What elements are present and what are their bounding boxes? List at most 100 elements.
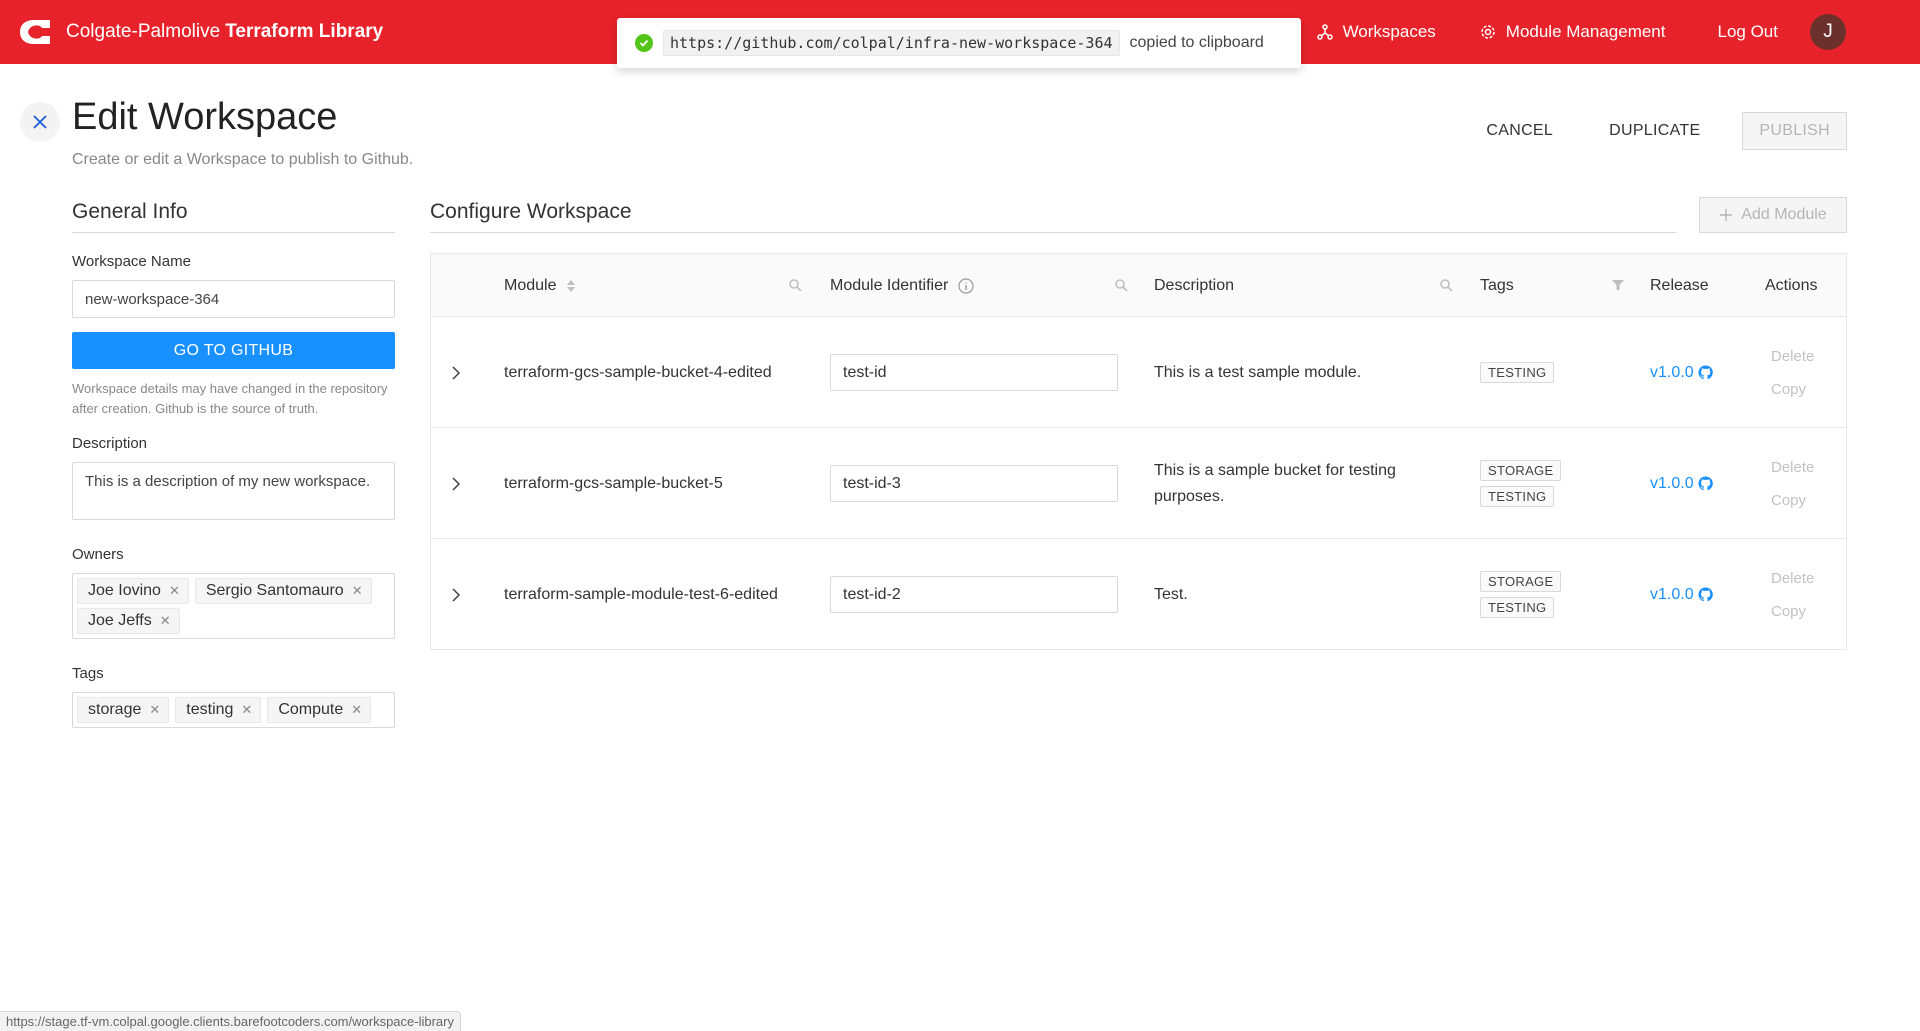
github-icon	[1698, 365, 1713, 380]
release-version: v1.0.0	[1650, 363, 1694, 381]
release-link[interactable]: v1.0.0	[1650, 539, 1713, 650]
check-circle-icon	[635, 34, 653, 52]
search-icon[interactable]	[788, 278, 802, 292]
header-actions: CANCEL DUPLICATE PUBLISH	[1458, 112, 1847, 150]
release-version: v1.0.0	[1650, 474, 1694, 492]
general-info-panel: General Info Workspace Name new-workspac…	[72, 200, 395, 728]
description-label: Description	[72, 435, 148, 452]
expand-row-button[interactable]	[451, 539, 461, 650]
nav-workspaces-label: Workspaces	[1342, 22, 1436, 41]
search-icon[interactable]	[1439, 278, 1453, 292]
module-identifier-input[interactable]: test-id-3	[830, 465, 1118, 502]
nav-module-management-label: Module Management	[1505, 22, 1666, 41]
module-tags: STORAGE TESTING	[1480, 539, 1562, 650]
github-icon	[1698, 476, 1713, 491]
search-icon[interactable]	[1114, 278, 1128, 292]
github-icon	[1698, 587, 1713, 602]
expand-row-button[interactable]	[451, 428, 461, 539]
delete-button[interactable]: Delete	[1771, 570, 1814, 587]
copy-button[interactable]: Copy	[1771, 603, 1806, 620]
owners-select[interactable]: Joe Iovino ✕ Sergio Santomauro ✕ Joe Jeffs…	[72, 573, 395, 639]
nav-workspaces[interactable]: Workspaces	[1295, 0, 1458, 64]
description-textarea[interactable]: This is a description of my new workspac…	[72, 462, 395, 520]
module-name: terraform-gcs-sample-bucket-4-edited	[504, 363, 772, 381]
owner-chip-label: Sergio Santomauro	[205, 582, 344, 599]
modules-table: Module Module Identifier Description Tag…	[430, 253, 1847, 650]
workspace-name-input[interactable]: new-workspace-364	[72, 280, 395, 318]
module-tags: TESTING	[1480, 317, 1555, 428]
tag-badge: TESTING	[1480, 486, 1555, 507]
column-label: Module	[504, 276, 557, 294]
owner-chip: Sergio Santomauro ✕	[194, 578, 372, 604]
nav-module-management[interactable]: Module Management	[1458, 0, 1688, 64]
module-identifier-input[interactable]: test-id	[830, 354, 1118, 391]
tag-chip: Compute ✕	[267, 697, 372, 723]
delete-button[interactable]: Delete	[1771, 459, 1814, 476]
delete-button[interactable]: Delete	[1771, 348, 1814, 365]
colgate-logo-icon	[16, 18, 52, 46]
table-row: terraform-gcs-sample-bucket-4-edited tes…	[431, 317, 1846, 428]
remove-icon[interactable]: ✕	[241, 702, 252, 718]
column-header-tags: Tags	[1480, 254, 1514, 317]
go-to-github-button[interactable]: GO TO GITHUB	[72, 332, 395, 369]
column-label: Module Identifier	[830, 276, 949, 294]
cancel-button[interactable]: CANCEL	[1458, 112, 1581, 150]
column-header-module[interactable]: Module	[504, 254, 576, 317]
expand-row-button[interactable]	[451, 317, 461, 428]
column-label: Description	[1154, 276, 1235, 294]
github-help-text: Workspace details may have changed in th…	[72, 381, 388, 416]
tag-chip-label: storage	[88, 701, 142, 718]
column-label: Actions	[1765, 276, 1818, 294]
brand[interactable]: Colgate-Palmolive Terraform Library	[16, 0, 383, 64]
module-identifier-input[interactable]: test-id-2	[830, 576, 1118, 613]
module-name: terraform-sample-module-test-6-edited	[504, 585, 778, 603]
remove-icon[interactable]: ✕	[169, 583, 180, 599]
column-label: Release	[1650, 276, 1709, 294]
column-header-description: Description	[1154, 254, 1234, 317]
owner-chip: Joe Jeffs ✕	[77, 608, 180, 634]
table-row: terraform-gcs-sample-bucket-5 test-id-3 …	[431, 428, 1846, 539]
tag-badge: TESTING	[1480, 597, 1555, 618]
close-icon	[33, 115, 47, 129]
tags-select[interactable]: storage ✕ testing ✕ Compute ✕	[72, 692, 395, 728]
tag-chip: testing ✕	[175, 697, 262, 723]
chevron-right-icon	[452, 587, 461, 602]
sort-icon[interactable]	[566, 279, 576, 293]
info-icon[interactable]	[958, 277, 974, 294]
release-link[interactable]: v1.0.0	[1650, 317, 1713, 428]
avatar[interactable]: J	[1810, 14, 1846, 50]
page-title: Edit Workspace	[72, 96, 338, 138]
copy-button[interactable]: Copy	[1771, 381, 1806, 398]
copy-button[interactable]: Copy	[1771, 492, 1806, 509]
remove-icon[interactable]: ✕	[160, 613, 171, 629]
publish-button[interactable]: PUBLISH	[1742, 112, 1847, 150]
column-header-identifier: Module Identifier	[830, 254, 974, 317]
tag-badge: TESTING	[1480, 362, 1555, 383]
row-actions: Delete Copy	[1771, 317, 1814, 428]
owner-chip-label: Joe Jeffs	[88, 612, 152, 629]
close-button[interactable]	[20, 102, 60, 142]
top-nav: Workspaces Module Management Log Out J	[1295, 0, 1920, 64]
remove-icon[interactable]: ✕	[352, 583, 363, 599]
duplicate-button[interactable]: DUPLICATE	[1581, 112, 1728, 150]
column-header-release: Release	[1650, 254, 1709, 317]
row-actions: Delete Copy	[1771, 428, 1814, 539]
add-module-label: Add Module	[1741, 206, 1827, 223]
gear-icon	[1481, 25, 1495, 39]
remove-icon[interactable]: ✕	[149, 702, 160, 718]
tag-chip-label: testing	[186, 701, 234, 718]
filter-icon[interactable]	[1611, 278, 1625, 292]
tag-badge: STORAGE	[1480, 460, 1562, 481]
release-link[interactable]: v1.0.0	[1650, 428, 1713, 539]
owner-chip: Joe Iovino ✕	[77, 578, 189, 604]
toast-message: copied to clipboard	[1129, 34, 1264, 51]
tags-label: Tags	[72, 665, 104, 682]
remove-icon[interactable]: ✕	[351, 702, 362, 718]
configure-workspace-title: Configure Workspace	[430, 200, 1676, 233]
browser-status-bar: https://stage.tf-vm.colpal.google.client…	[0, 1011, 461, 1031]
add-module-button[interactable]: Add Module	[1699, 197, 1847, 233]
brand-prefix: Colgate-Palmolive	[66, 21, 221, 42]
module-name: terraform-gcs-sample-bucket-5	[504, 474, 723, 492]
logout-button[interactable]: Log Out	[1688, 0, 1809, 64]
plus-icon	[1720, 209, 1733, 221]
